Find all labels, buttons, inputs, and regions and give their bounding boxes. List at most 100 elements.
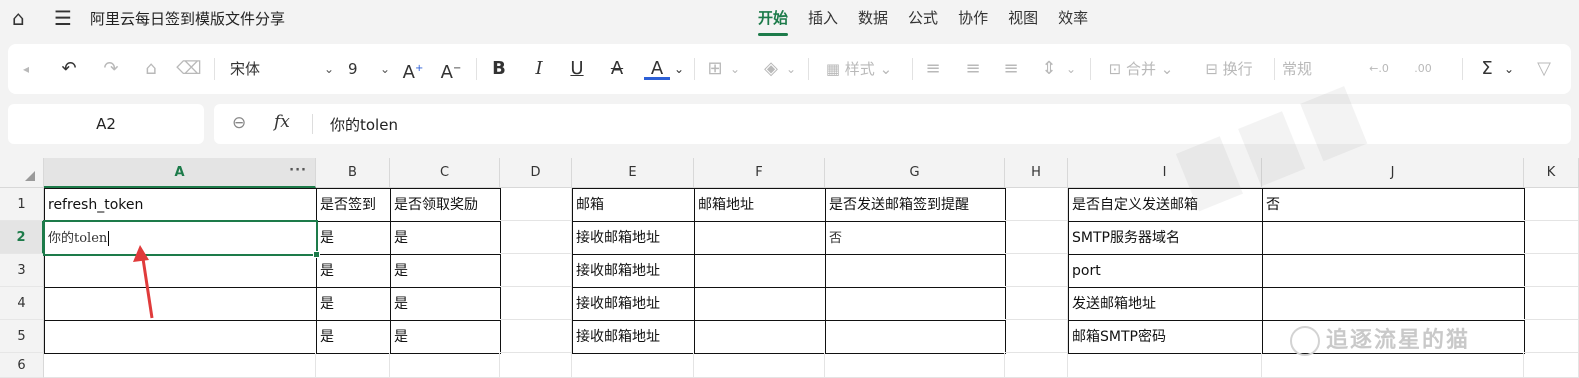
fill-color-icon[interactable]: ◈ [758, 56, 784, 82]
cell-b3[interactable]: 是 [316, 254, 391, 288]
column-header-b[interactable]: B [316, 158, 390, 188]
column-header-d[interactable]: D [500, 158, 572, 188]
cell-h2[interactable] [1005, 221, 1068, 254]
cell-d6[interactable] [500, 353, 572, 378]
column-header-a[interactable]: A ··· [44, 158, 316, 188]
column-header-h[interactable]: H [1005, 158, 1068, 188]
column-more-icon[interactable]: ··· [289, 156, 307, 186]
cell-a4[interactable] [44, 287, 317, 321]
cell-f6[interactable] [694, 353, 825, 378]
cell-g6[interactable] [825, 353, 1005, 378]
bold-icon[interactable]: B [486, 56, 512, 82]
cell-b6[interactable] [316, 353, 390, 378]
menu-tab-data[interactable]: 数据 [848, 7, 898, 32]
column-header-e[interactable]: E [572, 158, 694, 188]
align-center-icon[interactable]: ≡ [960, 56, 986, 82]
cell-e6[interactable] [572, 353, 694, 378]
cell-g1[interactable]: 是否发送邮箱签到提醒 [825, 188, 1006, 222]
cell-d4[interactable] [500, 287, 572, 320]
cell-d2[interactable] [500, 221, 572, 254]
chevron-down-icon[interactable]: ⌄ [784, 56, 798, 82]
cell-i2[interactable]: SMTP服务器域名 [1068, 221, 1263, 255]
cell-i3[interactable]: port [1068, 254, 1263, 288]
formula-bar[interactable]: ⊖ fx 你的tolen [214, 104, 1571, 144]
column-header-f[interactable]: F [694, 158, 825, 188]
chevron-down-icon[interactable]: ⌄ [1064, 56, 1078, 82]
cell-f3[interactable] [694, 254, 826, 288]
cell-k4[interactable] [1524, 287, 1579, 320]
cell-k5[interactable] [1524, 320, 1579, 353]
italic-icon[interactable]: I [526, 56, 552, 82]
row-header-5[interactable]: 5 [0, 320, 44, 353]
cell-a5[interactable] [44, 320, 317, 354]
cell-c1[interactable]: 是否领取奖励 [390, 188, 501, 222]
cell-i6[interactable] [1068, 353, 1262, 378]
cell-h4[interactable] [1005, 287, 1068, 320]
cell-j4[interactable] [1262, 287, 1525, 321]
column-header-k[interactable]: K [1524, 158, 1579, 188]
vertical-align-icon[interactable]: ⇕ [1036, 56, 1062, 82]
cell-c6[interactable] [390, 353, 500, 378]
cell-h5[interactable] [1005, 320, 1068, 353]
column-header-i[interactable]: I [1068, 158, 1262, 188]
cell-b5[interactable]: 是 [316, 320, 391, 354]
home-icon[interactable]: ⌂ [12, 6, 25, 30]
formula-input[interactable]: 你的tolen [330, 114, 398, 135]
cell-d1[interactable] [500, 188, 572, 221]
cell-style-button[interactable]: ▦ 样式 ⌄ [816, 56, 902, 82]
increase-decimal-icon[interactable]: .00 [1406, 56, 1440, 82]
number-format-select[interactable]: 常规 [1282, 56, 1342, 82]
align-left-icon[interactable]: ≡ [920, 56, 946, 82]
select-all-corner[interactable] [0, 158, 44, 188]
chevron-down-icon[interactable]: ⌄ [1502, 56, 1516, 82]
cell-j6[interactable] [1262, 353, 1524, 378]
underline-icon[interactable]: U [564, 56, 590, 82]
name-box[interactable]: A2 [8, 104, 204, 144]
borders-icon[interactable]: ⊞ [702, 56, 728, 82]
cell-g2[interactable]: 否 [825, 221, 1006, 255]
cell-f4[interactable] [694, 287, 826, 321]
cell-i1[interactable]: 是否自定义发送邮箱 [1068, 188, 1263, 222]
cell-k6[interactable] [1524, 353, 1579, 378]
cell-i4[interactable]: 发送邮箱地址 [1068, 287, 1263, 321]
merge-cells-button[interactable]: ⊡ 合并 ⌄ [1098, 56, 1184, 82]
chevron-down-icon[interactable]: ⌄ [728, 56, 742, 82]
font-size-select[interactable]: 9 ⌄ [348, 56, 394, 82]
fill-handle[interactable] [313, 251, 320, 258]
cell-h1[interactable] [1005, 188, 1068, 221]
cell-j2[interactable] [1262, 221, 1525, 255]
cell-a2[interactable]: 你的tolen [44, 221, 317, 255]
decrease-font-icon[interactable]: A− [438, 56, 464, 83]
cell-c4[interactable]: 是 [390, 287, 501, 321]
cell-e3[interactable]: 接收邮箱地址 [572, 254, 695, 288]
zoom-icon[interactable]: ⊖ [232, 113, 246, 133]
cell-k3[interactable] [1524, 254, 1579, 287]
row-header-4[interactable]: 4 [0, 287, 44, 320]
cell-c3[interactable]: 是 [390, 254, 501, 288]
cell-k2[interactable] [1524, 221, 1579, 254]
decrease-decimal-icon[interactable]: ←.0 [1364, 56, 1394, 82]
cell-e1[interactable]: 邮箱 [572, 188, 695, 222]
menu-tab-insert[interactable]: 插入 [798, 7, 848, 32]
cell-b4[interactable]: 是 [316, 287, 391, 321]
cell-g4[interactable] [825, 287, 1006, 321]
filter-icon[interactable]: ▽ [1532, 56, 1556, 82]
cell-b1[interactable]: 是否签到 [316, 188, 391, 222]
hamburger-menu-icon[interactable]: ☰ [54, 6, 72, 30]
cell-h3[interactable] [1005, 254, 1068, 287]
increase-font-icon[interactable]: A+ [400, 56, 426, 83]
cell-f2[interactable] [694, 221, 826, 255]
cell-k1[interactable] [1524, 188, 1579, 221]
cell-c2[interactable]: 是 [390, 221, 501, 255]
cell-f1[interactable]: 邮箱地址 [694, 188, 826, 222]
scroll-left-icon[interactable]: ◂ [18, 56, 34, 82]
column-header-g[interactable]: G [825, 158, 1005, 188]
cell-a3[interactable] [44, 254, 317, 288]
sum-icon[interactable]: Σ [1474, 56, 1500, 82]
strikethrough-icon[interactable]: A [604, 56, 630, 82]
column-header-c[interactable]: C [390, 158, 500, 188]
column-header-j[interactable]: J [1262, 158, 1524, 188]
format-painter-icon[interactable]: ⌂ [138, 56, 164, 82]
cell-h6[interactable] [1005, 353, 1068, 378]
menu-tab-home[interactable]: 开始 [748, 7, 798, 36]
